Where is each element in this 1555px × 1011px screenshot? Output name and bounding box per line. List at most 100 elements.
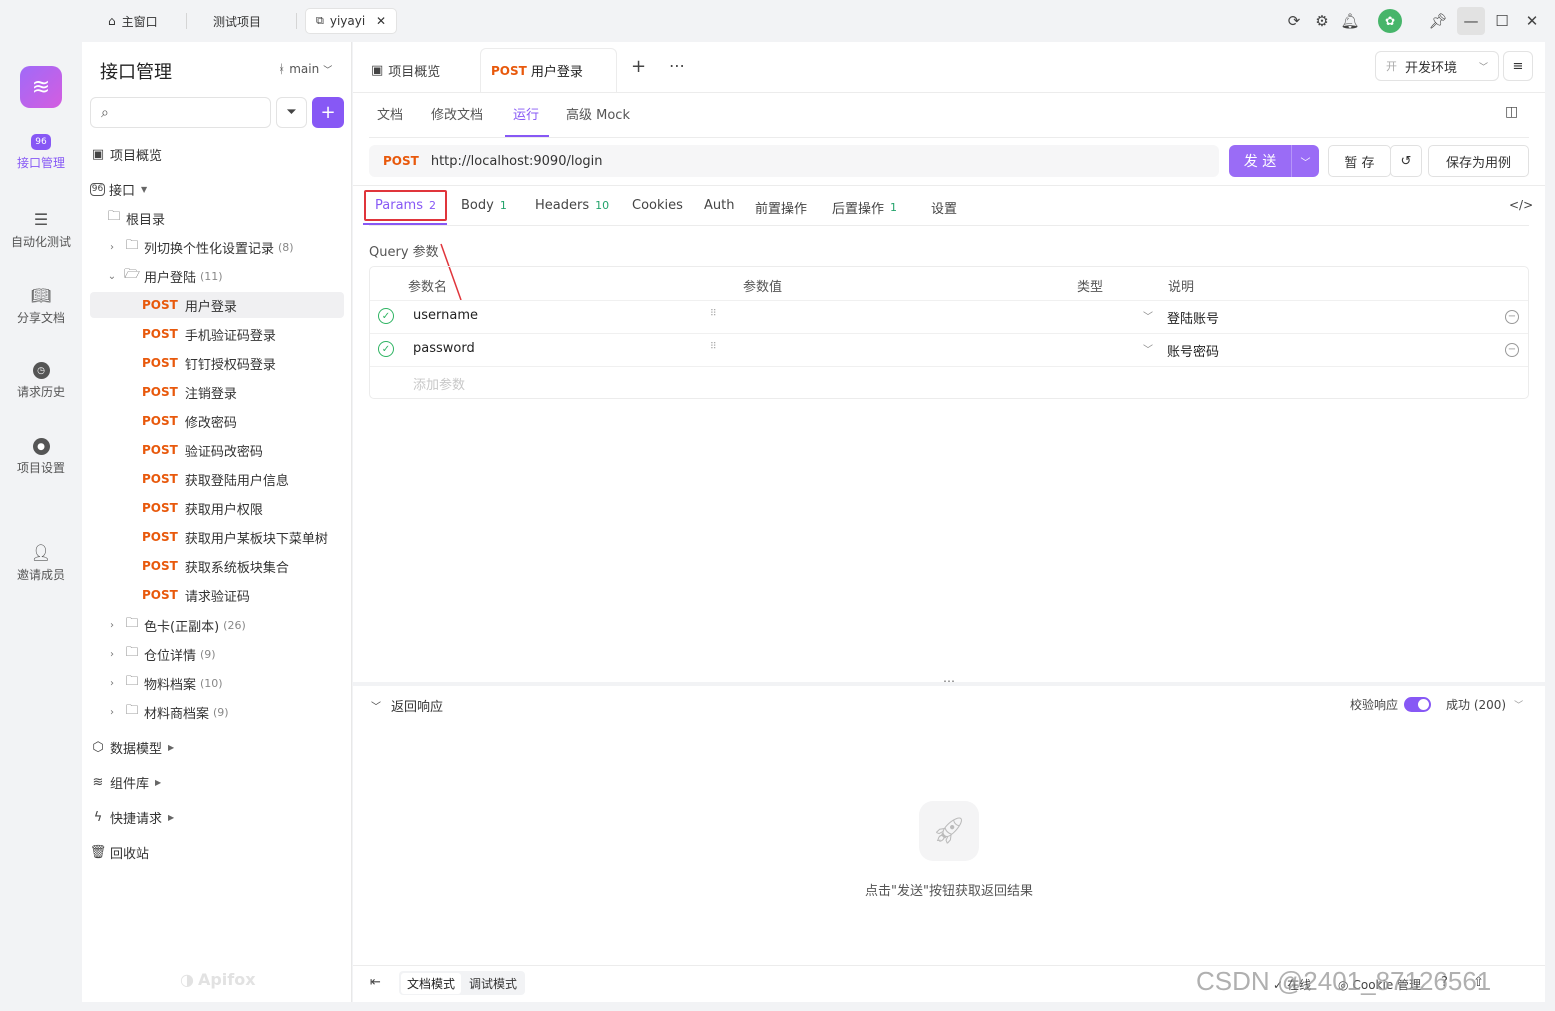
endpoint-item[interactable]: POST 请求验证码: [90, 582, 344, 608]
branch-selector[interactable]: ᚼ main ﹀: [278, 62, 332, 76]
filter-button[interactable]: ⏷: [276, 97, 307, 128]
tab-main-window[interactable]: ⌂ 主窗口: [98, 8, 168, 34]
more-icon[interactable]: ⋯: [669, 56, 685, 75]
enabled-check-icon[interactable]: ✓: [378, 308, 394, 324]
endpoint-item[interactable]: POST 修改密码: [90, 408, 344, 434]
send-button[interactable]: 发 送: [1229, 151, 1291, 171]
close-icon[interactable]: ✕: [376, 14, 386, 28]
response-header[interactable]: ﹀ 返回响应: [371, 696, 443, 715]
avatar[interactable]: ✿: [1378, 9, 1402, 33]
tree-quick-request[interactable]: ϟ 快捷请求 ▶: [90, 804, 344, 830]
tree-recycle-bin[interactable]: 🗑︎ 回收站: [90, 839, 344, 865]
tree-components[interactable]: ≋ 组件库 ▶: [90, 769, 344, 795]
param-value-input[interactable]: [729, 337, 1109, 363]
endpoint-item[interactable]: POST 获取用户某板块下菜单树: [90, 524, 344, 550]
tree-folder-personal[interactable]: › 🗀︎ 列切换个性化设置记录 (8): [106, 234, 344, 260]
endpoint-item[interactable]: POST 钉钉授权码登录: [90, 350, 344, 376]
drag-dots-icon[interactable]: ⠿: [710, 309, 717, 319]
window-close-icon[interactable]: ✕: [1520, 10, 1544, 32]
subtab-edit-docs[interactable]: 修改文档: [431, 104, 483, 123]
remove-param-icon[interactable]: −: [1505, 343, 1519, 357]
ptab-post-ops[interactable]: 后置操作 1: [832, 198, 897, 217]
environment-selector[interactable]: 开 开发环境 ﹀: [1375, 51, 1499, 81]
rail-invite-members[interactable]: 👤︎ 邀请成员: [0, 543, 82, 583]
subtab-run[interactable]: 运行: [513, 104, 539, 123]
param-value-input[interactable]: [729, 304, 1109, 330]
send-options-chevron-icon[interactable]: ﹀: [1292, 154, 1319, 169]
endpoint-item[interactable]: POST 获取系统板块集合: [90, 553, 344, 579]
enabled-check-icon[interactable]: ✓: [378, 341, 394, 357]
endpoint-item[interactable]: POST 获取登陆用户信息: [90, 466, 344, 492]
minimize-icon[interactable]: —: [1457, 7, 1485, 35]
tree-folder-login[interactable]: ⌄ 🗁︎ 用户登陆 (11): [106, 263, 344, 289]
ptab-cookies[interactable]: Cookies: [632, 198, 683, 213]
endpoint-item[interactable]: POST 注销登录: [90, 379, 344, 405]
endpoint-item[interactable]: POST 验证码改密码: [90, 437, 344, 463]
endpoint-item[interactable]: POST 用户登录: [90, 292, 344, 318]
menu-button[interactable]: ≡: [1503, 51, 1533, 81]
remove-param-icon[interactable]: −: [1505, 310, 1519, 324]
method-badge: POST: [142, 588, 178, 602]
endpoint-item[interactable]: POST 获取用户权限: [90, 495, 344, 521]
folder-item[interactable]: › 🗀︎ 色卡(正副本) (26): [106, 612, 344, 638]
pin-icon[interactable]: 📌︎: [1426, 10, 1450, 32]
add-param-input[interactable]: 添加参数: [413, 374, 465, 393]
save-temp-button[interactable]: 暂 存: [1328, 145, 1391, 177]
ptab-settings[interactable]: 设置: [931, 198, 957, 217]
tree-project-overview[interactable]: ▣ 项目概览: [90, 141, 344, 167]
maximize-icon[interactable]: ☐: [1490, 10, 1514, 32]
folder-item[interactable]: › 🗀︎ 仓位详情 (9): [106, 641, 344, 667]
book-icon: 📖︎: [30, 286, 52, 305]
ptab-auth[interactable]: Auth: [704, 198, 734, 213]
rail-history[interactable]: ◷ 请求历史: [0, 362, 82, 400]
debug-mode-button[interactable]: 调试模式: [463, 973, 523, 994]
save-as-case-button[interactable]: 保存为用例: [1428, 145, 1529, 177]
param-desc-input[interactable]: 账号密码: [1167, 341, 1219, 360]
layout-toggle-icon[interactable]: ◫: [1505, 104, 1518, 120]
rail-auto-test[interactable]: ☰ 自动化测试: [0, 210, 82, 250]
add-button[interactable]: +: [312, 97, 344, 128]
tab-yiyayi[interactable]: ⧉ yiyayi ✕: [305, 8, 397, 34]
subtab-advanced-mock[interactable]: 高级 Mock: [566, 104, 630, 123]
gear-icon[interactable]: ⚙: [1310, 10, 1334, 32]
search-input[interactable]: ⌕: [90, 97, 271, 128]
param-desc-input[interactable]: 登陆账号: [1167, 308, 1219, 327]
ptab-pre-ops[interactable]: 前置操作: [755, 198, 807, 217]
code-icon[interactable]: </>: [1509, 198, 1533, 212]
type-chevron-icon[interactable]: ﹀: [1143, 308, 1153, 323]
doc-mode-button[interactable]: 文档模式: [401, 972, 462, 994]
rail-project-settings[interactable]: ● 项目设置: [0, 438, 82, 476]
send-button-group: 发 送 ﹀: [1229, 145, 1319, 177]
tree-api-section[interactable]: 96 接口 ▼: [90, 176, 344, 202]
ptab-headers[interactable]: Headers 10: [535, 198, 609, 213]
ptab-body[interactable]: Body 1: [461, 198, 507, 213]
tab-project-overview[interactable]: ▣ 项目概览: [371, 61, 440, 80]
status-selector[interactable]: 成功 (200) ﹀: [1446, 696, 1523, 713]
method-select[interactable]: POST: [383, 154, 419, 168]
endpoint-item[interactable]: POST 手机验证码登录: [90, 321, 344, 347]
folder-item[interactable]: › 🗀︎ 材料商档案 (9): [106, 699, 344, 725]
url-input[interactable]: http://localhost:9090/login: [431, 154, 603, 169]
refresh-icon[interactable]: ⟳: [1282, 10, 1306, 32]
folder-icon: 🗀︎: [125, 645, 139, 660]
rail-api-management[interactable]: 96 接口管理: [0, 134, 82, 171]
folder-item[interactable]: › 🗀︎ 物料档案 (10): [106, 670, 344, 696]
tree-root[interactable]: 🗀︎ 根目录: [106, 205, 344, 231]
param-name-input[interactable]: username: [413, 308, 478, 323]
tab-test-project[interactable]: 测试项目: [203, 8, 271, 34]
new-tab-icon[interactable]: +: [631, 56, 646, 77]
drag-handle-icon[interactable]: ⋯: [943, 674, 955, 688]
ptab-params[interactable]: Params 2: [375, 198, 436, 213]
collapse-sidebar-icon[interactable]: ⇤: [370, 975, 381, 990]
drag-dots-icon[interactable]: ⠿: [710, 342, 717, 352]
subtab-docs[interactable]: 文档: [377, 104, 403, 123]
type-chevron-icon[interactable]: ﹀: [1143, 341, 1153, 356]
url-bar[interactable]: POST http://localhost:9090/login: [369, 145, 1219, 177]
reset-button[interactable]: ↺: [1390, 145, 1422, 177]
bell-icon[interactable]: 🔔︎: [1338, 10, 1362, 32]
param-name-input[interactable]: password: [413, 341, 475, 356]
tab-user-login[interactable]: POST 用户登录: [480, 48, 617, 92]
tree-data-models[interactable]: ⬡ 数据模型 ▶: [90, 734, 344, 760]
validate-toggle[interactable]: [1404, 697, 1432, 712]
rail-share-docs[interactable]: 📖︎ 分享文档: [0, 286, 82, 326]
